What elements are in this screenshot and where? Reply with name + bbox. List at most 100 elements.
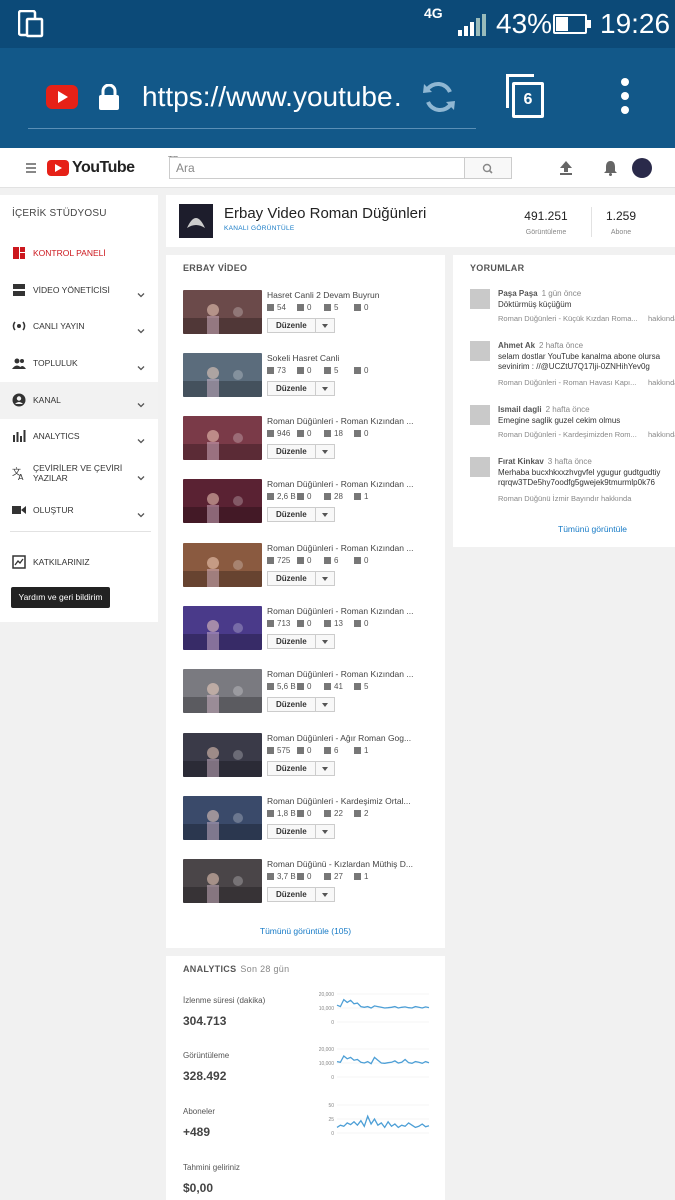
chevron-down-icon[interactable] xyxy=(137,286,145,298)
edit-button[interactable]: Düzenle xyxy=(267,761,335,776)
search-input[interactable]: Ara xyxy=(169,157,465,179)
comment-video-link[interactable]: Roman Düğünleri - Roman Havası Kapı... xyxy=(498,378,636,387)
video-thumbnail[interactable] xyxy=(183,733,262,777)
comment-time: 2 hafta önce xyxy=(539,341,584,350)
sparkline-tick-label: 20,000 xyxy=(319,992,335,998)
edit-button[interactable]: Düzenle xyxy=(267,887,335,902)
sidebar-item-dashboard[interactable]: KONTROL PANELİ xyxy=(0,235,158,272)
edit-button[interactable]: Düzenle xyxy=(267,571,335,586)
caret-down-icon[interactable] xyxy=(322,450,328,454)
video-row: Hasret Canli 2 Devam Buyrun 54 0 5 0 Düzenle xyxy=(183,290,443,338)
video-thumbnail[interactable] xyxy=(183,416,262,460)
caret-down-icon[interactable] xyxy=(322,893,328,897)
notification-bell-icon[interactable] xyxy=(603,160,618,176)
translate-icon: 文A xyxy=(12,466,26,482)
caret-down-icon[interactable] xyxy=(322,830,328,834)
comment-video-link[interactable]: Roman Düğünü İzmir Bayındır hakkında xyxy=(498,494,631,503)
sidebar-item-contributions[interactable]: KATKILARINIZ xyxy=(0,544,158,581)
sidebar-item-account[interactable]: KANAL xyxy=(0,382,158,419)
chevron-down-icon[interactable] xyxy=(137,506,145,518)
network-type: 4G xyxy=(424,5,443,21)
video-metrics: 3,7 B 0 27 1 xyxy=(267,872,437,882)
chevron-down-icon[interactable] xyxy=(137,432,145,444)
comment-icon xyxy=(297,620,304,627)
sidebar-item-camera[interactable]: OLUŞTUR xyxy=(0,492,158,529)
caret-down-icon[interactable] xyxy=(322,640,328,644)
chevron-down-icon[interactable] xyxy=(137,322,145,334)
caret-down-icon[interactable] xyxy=(322,703,328,707)
upload-icon[interactable] xyxy=(559,160,573,176)
video-title[interactable]: Roman Düğünleri - Roman Kızından ... xyxy=(267,669,417,679)
sidebar-item-live[interactable]: CANLI YAYIN xyxy=(0,308,158,345)
metric-sparkline[interactable]: 20,000 10,000 0 xyxy=(309,1045,445,1085)
lock-icon[interactable] xyxy=(98,84,120,110)
edit-button[interactable]: Düzenle xyxy=(267,444,335,459)
hamburger-menu-icon[interactable] xyxy=(26,163,36,173)
video-title[interactable]: Sokeli Hasret Canli xyxy=(267,353,417,363)
caret-down-icon[interactable] xyxy=(322,577,328,581)
commenter-avatar[interactable] xyxy=(470,405,490,425)
edit-button[interactable]: Düzenle xyxy=(267,697,335,712)
video-thumbnail[interactable] xyxy=(183,796,262,840)
video-thumbnail[interactable] xyxy=(183,290,262,334)
sidebar-item-analytics[interactable]: ANALYTICS xyxy=(0,418,158,455)
metric-sparkline[interactable]: 50 25 0 xyxy=(309,1101,445,1141)
video-title[interactable]: Roman Düğünü - Kızlardan Müthiş D... xyxy=(267,859,417,869)
videos-see-all-link[interactable]: Tümünü görüntüle (105) xyxy=(166,926,445,936)
view-channel-link[interactable]: KANALI GÖRÜNTÜLE xyxy=(224,225,295,232)
commenter-avatar[interactable] xyxy=(470,289,490,309)
video-thumbnail[interactable] xyxy=(183,606,262,650)
sidebar-item-translate[interactable]: 文 A ÇEVİRİLER VE ÇEVİRİ YAZILAR xyxy=(0,455,158,492)
caret-down-icon[interactable] xyxy=(322,767,328,771)
comment-video-link[interactable]: Roman Düğünleri - Kardeşimizden Rom... xyxy=(498,430,637,439)
sidebar-item-video-manager[interactable]: VİDEO YÖNETİCİSİ xyxy=(0,272,158,309)
caret-down-icon[interactable] xyxy=(322,387,328,391)
video-title[interactable]: Roman Düğünleri - Roman Kızından ... xyxy=(267,606,417,616)
chevron-down-icon[interactable] xyxy=(137,469,145,481)
caret-down-icon[interactable] xyxy=(322,324,328,328)
channel-avatar[interactable] xyxy=(179,204,213,238)
caret-down-icon[interactable] xyxy=(322,513,328,517)
help-feedback-button[interactable]: Yardım ve geri bildirim xyxy=(11,587,110,608)
edit-button[interactable]: Düzenle xyxy=(267,381,335,396)
edit-button[interactable]: Düzenle xyxy=(267,318,335,333)
edit-button[interactable]: Düzenle xyxy=(267,634,335,649)
chevron-down-icon[interactable] xyxy=(137,396,145,408)
video-thumbnail[interactable] xyxy=(183,859,262,903)
commenter-avatar[interactable] xyxy=(470,457,490,477)
video-title[interactable]: Roman Düğünleri - Kardeşimiz Ortal... xyxy=(267,796,417,806)
video-title[interactable]: Roman Düğünleri - Roman Kızından ... xyxy=(267,543,417,553)
tab-switcher-button[interactable]: 6 xyxy=(506,74,546,120)
video-thumbnail[interactable] xyxy=(183,479,262,523)
metric-sparkline[interactable]: 20,000 10,000 0 xyxy=(309,990,445,1030)
analytics-metric: Tahmini geliriniz $0,00 xyxy=(183,1163,445,1200)
video-title[interactable]: Roman Düğünleri - Roman Kızından ... xyxy=(267,479,417,489)
overflow-menu-icon[interactable] xyxy=(616,78,634,118)
search-button[interactable] xyxy=(465,157,512,179)
like-icon xyxy=(324,304,331,311)
video-likes: 18 xyxy=(324,429,343,439)
dislike-icon xyxy=(354,304,361,311)
channel-name[interactable]: Erbay Video Roman Düğünleri xyxy=(224,205,426,222)
people-icon xyxy=(12,356,26,370)
url-bar[interactable]: https://www.youtube… xyxy=(142,80,404,114)
video-title[interactable]: Hasret Canli 2 Devam Buyrun xyxy=(267,290,417,300)
comment-video-link[interactable]: Roman Düğünleri - Küçük Kızdan Roma... xyxy=(498,314,638,323)
video-title[interactable]: Roman Düğünleri - Roman Kızından ... xyxy=(267,416,417,426)
video-comments: 0 xyxy=(297,492,311,502)
edit-button[interactable]: Düzenle xyxy=(267,507,335,522)
video-thumbnail[interactable] xyxy=(183,669,262,713)
battery-icon xyxy=(553,14,591,34)
video-title[interactable]: Roman Düğünleri - Ağır Roman Gog... xyxy=(267,733,417,743)
commenter-avatar[interactable] xyxy=(470,341,490,361)
edit-button[interactable]: Düzenle xyxy=(267,824,335,839)
account-avatar[interactable] xyxy=(632,158,652,178)
sidebar-item-people[interactable]: TOPLULUK xyxy=(0,345,158,382)
reload-icon[interactable] xyxy=(420,78,458,116)
youtube-site-icon[interactable] xyxy=(46,85,78,109)
comments-see-all-link[interactable]: Tümünü görüntüle xyxy=(453,524,675,534)
chevron-down-icon[interactable] xyxy=(137,359,145,371)
video-thumbnail[interactable] xyxy=(183,353,262,397)
video-dislikes: 0 xyxy=(354,619,368,629)
video-thumbnail[interactable] xyxy=(183,543,262,587)
